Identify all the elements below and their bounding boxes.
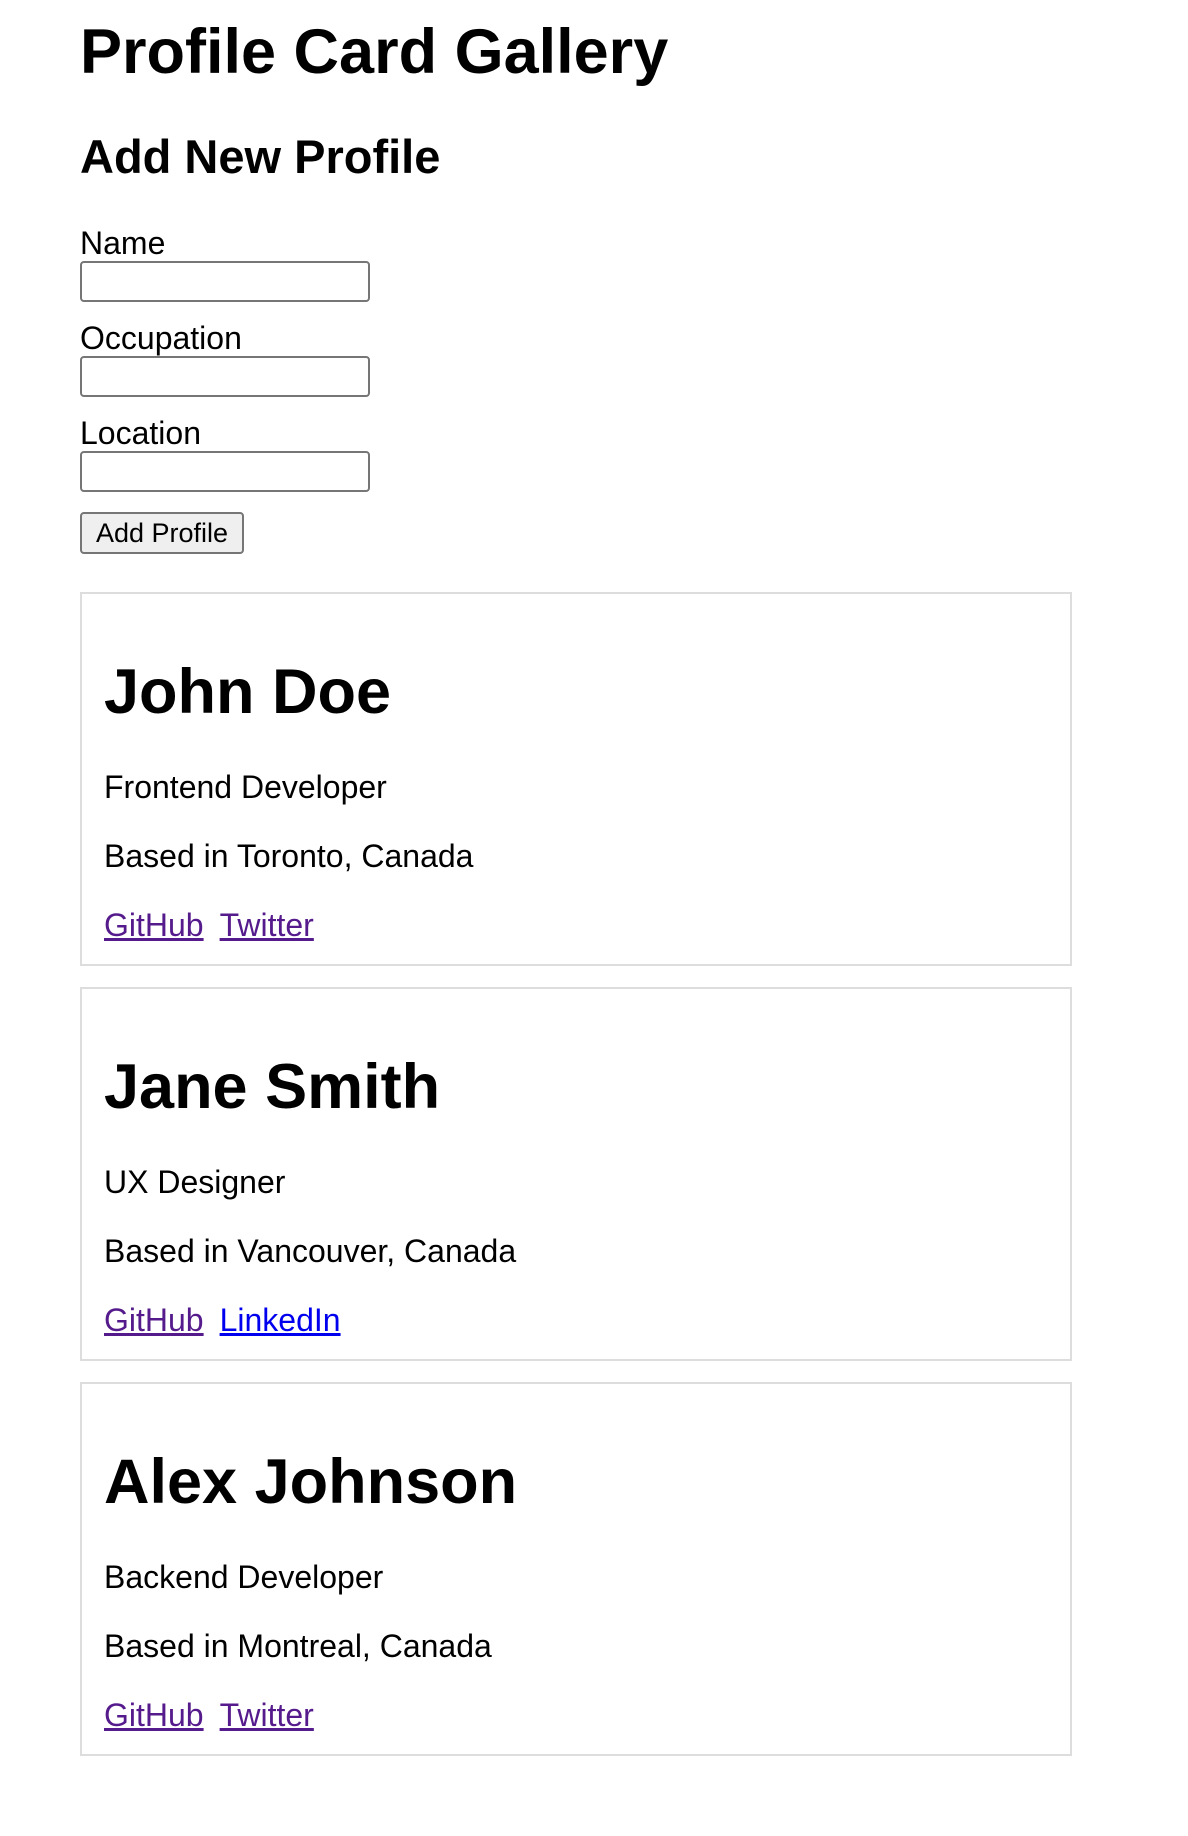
occupation-label: Occupation [80,320,242,356]
linkedin-link[interactable]: LinkedIn [220,1302,341,1338]
occupation-input[interactable] [80,356,370,397]
github-link[interactable]: GitHub [104,1302,204,1338]
name-input[interactable] [80,261,370,302]
profile-occupation: Frontend Developer [104,769,387,805]
profile-name: Alex Johnson [104,1447,518,1517]
add-profile-button[interactable]: Add Profile [80,512,245,554]
profile-location: Based in Montreal, Canada [104,1628,492,1664]
profile-card: Jane Smith UX Designer Based in Vancouve… [80,987,1072,1361]
profile-links: GitHub Twitter [104,1696,330,1734]
name-label: Name [80,225,166,261]
github-link[interactable]: GitHub [104,1697,204,1733]
location-label: Location [80,415,201,451]
page-title: Profile Card Gallery [80,17,669,87]
profile-links: GitHub LinkedIn [104,1301,357,1339]
add-profile-heading: Add New Profile [80,130,441,183]
profile-occupation: UX Designer [104,1164,286,1200]
profile-location: Based in Vancouver, Canada [104,1233,517,1269]
profile-card: John Doe Frontend Developer Based in Tor… [80,592,1072,966]
location-input[interactable] [80,451,370,492]
profile-card: Alex Johnson Backend Developer Based in … [80,1382,1072,1756]
profile-location: Based in Toronto, Canada [104,838,474,874]
profile-occupation: Backend Developer [104,1559,384,1595]
twitter-link[interactable]: Twitter [220,907,314,943]
profile-links: GitHub Twitter [104,906,330,944]
github-link[interactable]: GitHub [104,907,204,943]
profile-name: Jane Smith [104,1052,441,1122]
profile-name: John Doe [104,657,392,727]
twitter-link[interactable]: Twitter [220,1697,314,1733]
